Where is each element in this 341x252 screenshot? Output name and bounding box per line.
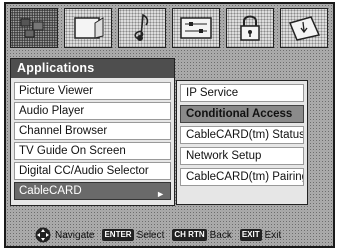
submenu-item-cablecard-pairing[interactable]: CableCARD(tm) Pairing (180, 168, 304, 186)
picture-icon[interactable] (64, 8, 112, 48)
back-label: Back (209, 229, 232, 241)
select-label: Select (136, 229, 165, 241)
app-item-cablecard[interactable]: CableCARD ► (14, 182, 171, 200)
exit-label: Exit (264, 229, 282, 241)
app-item-audio-player[interactable]: Audio Player (14, 102, 171, 120)
app-item-channel-browser[interactable]: Channel Browser (14, 122, 171, 140)
chevron-right-icon: ► (156, 189, 165, 199)
applications-icon[interactable] (10, 8, 58, 48)
navigate-icon (34, 227, 52, 243)
guide-icon[interactable] (280, 8, 328, 48)
app-item-cablecard-label: CableCARD (19, 185, 82, 197)
submenu-item-network-setup[interactable]: Network Setup (180, 147, 304, 165)
app-item-tv-guide-on-screen[interactable]: TV Guide On Screen (14, 142, 171, 160)
navigation-help-bar: Navigate ENTER Select CH RTN Back EXIT E… (4, 224, 335, 246)
applications-panel: Applications Picture Viewer Audio Player… (10, 58, 175, 206)
navigate-label: Navigate (55, 229, 95, 241)
tv-menu-screen: Applications Picture Viewer Audio Player… (0, 0, 341, 252)
applications-title: Applications (11, 59, 174, 78)
submenu-item-ip-service[interactable]: IP Service (180, 84, 304, 102)
top-icon-bar (10, 8, 330, 52)
sound-icon[interactable] (118, 8, 166, 48)
exit-key-badge: EXIT (239, 229, 262, 241)
app-item-picture-viewer[interactable]: Picture Viewer (14, 82, 171, 100)
submenu-item-conditional-access[interactable]: Conditional Access (180, 105, 304, 123)
ch-rtn-key-badge: CH RTN (172, 229, 207, 241)
cablecard-submenu: IP Service Conditional Access CableCARD(… (176, 80, 308, 205)
applications-list: Picture Viewer Audio Player Channel Brow… (11, 80, 174, 202)
enter-key-badge: ENTER (102, 229, 134, 241)
settings-icon[interactable] (172, 8, 220, 48)
lock-icon[interactable] (226, 8, 274, 48)
app-item-digital-cc-audio-selector[interactable]: Digital CC/Audio Selector (14, 162, 171, 180)
submenu-item-cablecard-status[interactable]: CableCARD(tm) Status (180, 126, 304, 144)
